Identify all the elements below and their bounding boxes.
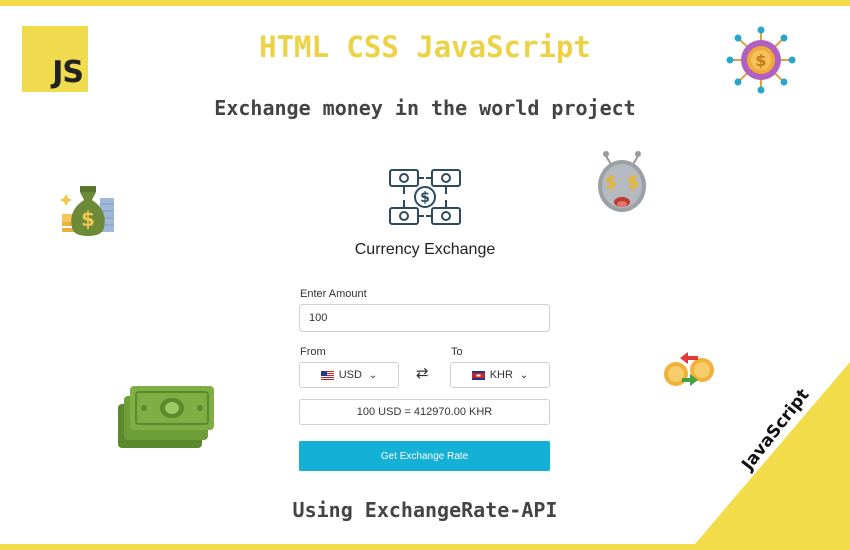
chevron-down-icon: ⌄: [368, 369, 378, 381]
to-currency-value: KHR: [489, 369, 513, 381]
to-currency-select[interactable]: KHR ⌄: [450, 362, 550, 388]
exchange-result: 100 USD = 412970.00 KHR: [299, 399, 550, 425]
footer-text: Using ExchangeRate-API: [292, 498, 558, 522]
top-accent-bar: [0, 0, 850, 6]
amount-label: Enter Amount: [300, 288, 367, 300]
to-label: To: [451, 346, 463, 358]
chevron-down-icon: ⌄: [519, 369, 529, 381]
svg-text:$: $: [627, 172, 640, 193]
money-face-icon: $ $: [598, 151, 646, 212]
svg-text:$: $: [81, 207, 95, 231]
swap-icon[interactable]: ⇄: [416, 364, 429, 382]
page-title: HTML CSS JavaScript: [259, 30, 591, 64]
from-currency-value: USD: [338, 369, 362, 381]
from-currency-select[interactable]: USD ⌄: [299, 362, 399, 388]
khmer-flag-icon: [471, 370, 485, 380]
money-bag-icon: $: [60, 186, 114, 236]
from-label: From: [300, 346, 326, 358]
svg-text:$: $: [605, 172, 618, 193]
us-flag-icon: [320, 370, 334, 380]
svg-text:$: $: [420, 190, 430, 206]
bottom-accent-bar: [0, 544, 850, 550]
amount-input[interactable]: [299, 304, 550, 332]
svg-text:$: $: [755, 51, 766, 70]
crypto-network-icon: $: [726, 26, 796, 94]
page-subtitle: Exchange money in the world project: [214, 96, 636, 120]
app-title: Currency Exchange: [354, 241, 496, 258]
get-exchange-rate-button[interactable]: Get Exchange Rate: [299, 441, 550, 471]
currency-exchange-icon: $: [389, 169, 461, 225]
banknotes-icon: [118, 386, 214, 448]
